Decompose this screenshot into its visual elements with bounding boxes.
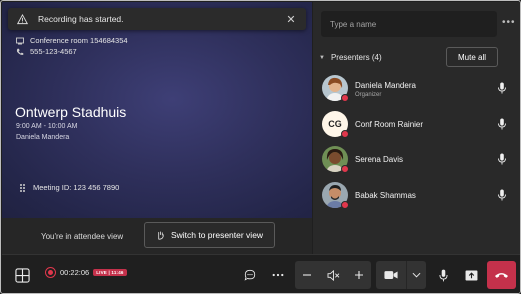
plus-icon [355,271,363,279]
camera-options-button[interactable] [406,261,426,289]
chevron-down-icon: ▼ [319,54,325,61]
record-icon [45,267,56,278]
status-badge [341,94,349,102]
microphone-icon[interactable] [497,189,507,201]
warning-icon [16,13,28,25]
volume-control [295,261,371,289]
participant-name: Conf Room Rainier [355,120,424,129]
hand-icon [158,230,164,240]
grid-icon [14,267,30,283]
video-camera-icon [384,271,398,279]
chat-icon [244,269,256,281]
phone-line: 555-123-4567 [16,47,77,56]
meeting-toolbar: 00:22:06 LIVE | 11:46 [2,254,520,293]
phone-icon [16,48,24,55]
switch-to-presenter-button[interactable]: Switch to presenter view [144,222,275,248]
more-options-icon[interactable]: ••• [502,18,516,28]
speaker-mute-button[interactable] [321,261,345,289]
speaker-muted-icon [327,269,339,281]
microphone-icon[interactable] [497,153,507,165]
more-actions-button[interactable] [266,265,290,285]
conference-room-line: Conference room 154684354 [16,36,128,45]
participant-name: Babak Shammas [355,191,416,200]
microphone-icon [438,269,448,281]
status-badge [341,130,349,138]
microphone-icon[interactable] [497,82,507,94]
meeting-id-text: Meeting ID: 123 456 7890 [33,183,120,192]
recording-time: 00:22:06 [60,268,90,277]
participant-role: Organizer [355,92,382,98]
conference-room-text: Conference room 154684354 [30,36,128,45]
microphone-icon[interactable] [497,118,507,130]
search-name-input[interactable] [321,11,497,37]
meeting-title: Ontwerp Stadhuis [15,104,127,120]
grid-view-button[interactable] [10,263,34,287]
camera-button[interactable] [376,261,406,289]
meeting-id-line: Meeting ID: 123 456 7890 [20,183,119,192]
toast-message: Recording has started. [38,14,124,24]
room-icon [16,37,24,44]
participants-panel: ••• ▼ Presenters (4) Mute all Daniela Ma… [313,2,520,254]
participant-row[interactable]: CG Conf Room Rainier [313,109,520,139]
meeting-organizer: Daniela Mandera [16,134,70,141]
camera-control [376,261,426,289]
recording-indicator: 00:22:06 LIVE | 11:46 [45,267,127,278]
status-badge [341,165,349,173]
hang-up-icon [494,273,509,278]
status-badge [341,201,349,209]
volume-up-button[interactable] [347,261,371,289]
attendee-view-text: You're in attendee view [41,231,124,241]
participant-name: Daniela Mandera [355,81,416,90]
share-screen-button[interactable] [459,263,483,287]
more-icon [272,273,284,277]
attendee-view-bar: You're in attendee view Switch to presen… [2,218,312,254]
participant-name: Serena Davis [355,155,404,164]
dialpad-icon [20,183,25,192]
close-icon[interactable]: ✕ [284,13,298,26]
switch-to-presenter-label: Switch to presenter view [170,230,264,240]
participant-row[interactable]: Daniela Mandera Organizer [313,73,520,103]
recording-toast: Recording has started. ✕ [8,8,306,30]
microphone-button[interactable] [431,263,455,287]
meeting-time: 9:00 AM - 10:00 AM [16,123,78,130]
presenters-header[interactable]: ▼ Presenters (4) [319,53,382,62]
live-badge: LIVE | 11:46 [93,269,127,276]
chat-button[interactable] [240,265,260,285]
phone-number: 555-123-4567 [30,47,77,56]
minus-icon [303,274,311,276]
participant-row[interactable]: Serena Davis [313,144,520,174]
chevron-down-icon [412,272,421,278]
volume-down-button[interactable] [295,261,319,289]
mute-all-button[interactable]: Mute all [446,47,498,67]
teams-meeting-window: Recording has started. ✕ Conference room… [0,0,521,294]
participant-row[interactable]: Babak Shammas [313,180,520,210]
meeting-stage: Recording has started. ✕ Conference room… [2,2,312,218]
leave-call-button[interactable] [487,261,516,289]
share-screen-icon [465,269,477,281]
presenters-label: Presenters (4) [330,53,382,62]
